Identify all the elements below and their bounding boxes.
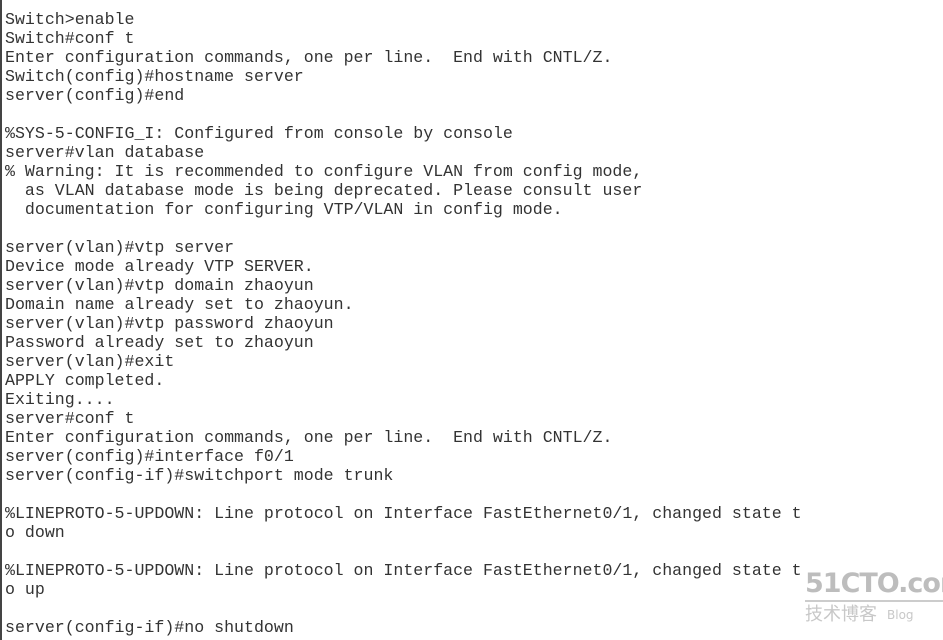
terminal-line: % Warning: It is recommended to configur… <box>5 162 643 181</box>
terminal-line: server(config)#end <box>5 86 185 105</box>
terminal-output[interactable]: Switch>enable Switch#conf t Enter configur… <box>5 10 802 637</box>
terminal-line: Switch#conf t <box>5 29 135 48</box>
watermark-blog: Blog <box>887 608 914 622</box>
watermark-logo: 51CTO.com <box>805 568 943 599</box>
terminal-line: server(vlan)#vtp password zhaoyun <box>5 314 334 333</box>
terminal-line: documentation for configuring VTP/VLAN i… <box>5 200 563 219</box>
terminal-line: Switch(config)#hostname server <box>5 67 304 86</box>
terminal-line: server(vlan)#vtp domain zhaoyun <box>5 276 314 295</box>
terminal-line: %SYS-5-CONFIG_I: Configured from console… <box>5 124 513 143</box>
terminal-line: o down <box>5 523 65 542</box>
terminal-line: server(config)#interface f0/1 <box>5 447 294 466</box>
terminal-line: o up <box>5 580 45 599</box>
terminal-line: Exiting.... <box>5 390 115 409</box>
terminal-line: Enter configuration commands, one per li… <box>5 428 613 447</box>
terminal-line: as VLAN database mode is being deprecate… <box>5 181 643 200</box>
watermark: 51CTO.com 技术博客 Blog <box>805 570 943 626</box>
terminal-line: server#conf t <box>5 409 135 428</box>
terminal-line: server(config-if)#switchport mode trunk <box>5 466 394 485</box>
terminal-line: %LINEPROTO-5-UPDOWN: Line protocol on In… <box>5 561 802 580</box>
terminal-line: Domain name already set to zhaoyun. <box>5 295 354 314</box>
terminal-line: server(vlan)#exit <box>5 352 175 371</box>
terminal-line: server#vlan database <box>5 143 205 162</box>
terminal-line: %LINEPROTO-5-UPDOWN: Line protocol on In… <box>5 504 802 523</box>
watermark-sub: 技术博客 <box>805 604 877 625</box>
terminal-line: server(config-if)#no shutdown <box>5 618 294 637</box>
terminal-line: Enter configuration commands, one per li… <box>5 48 613 67</box>
window-edge <box>0 0 2 640</box>
terminal-line: Switch>enable <box>5 10 135 29</box>
terminal-line: Password already set to zhaoyun <box>5 333 314 352</box>
terminal-line: APPLY completed. <box>5 371 165 390</box>
terminal-line: server(vlan)#vtp server <box>5 238 235 257</box>
terminal-line: Device mode already VTP SERVER. <box>5 257 314 276</box>
